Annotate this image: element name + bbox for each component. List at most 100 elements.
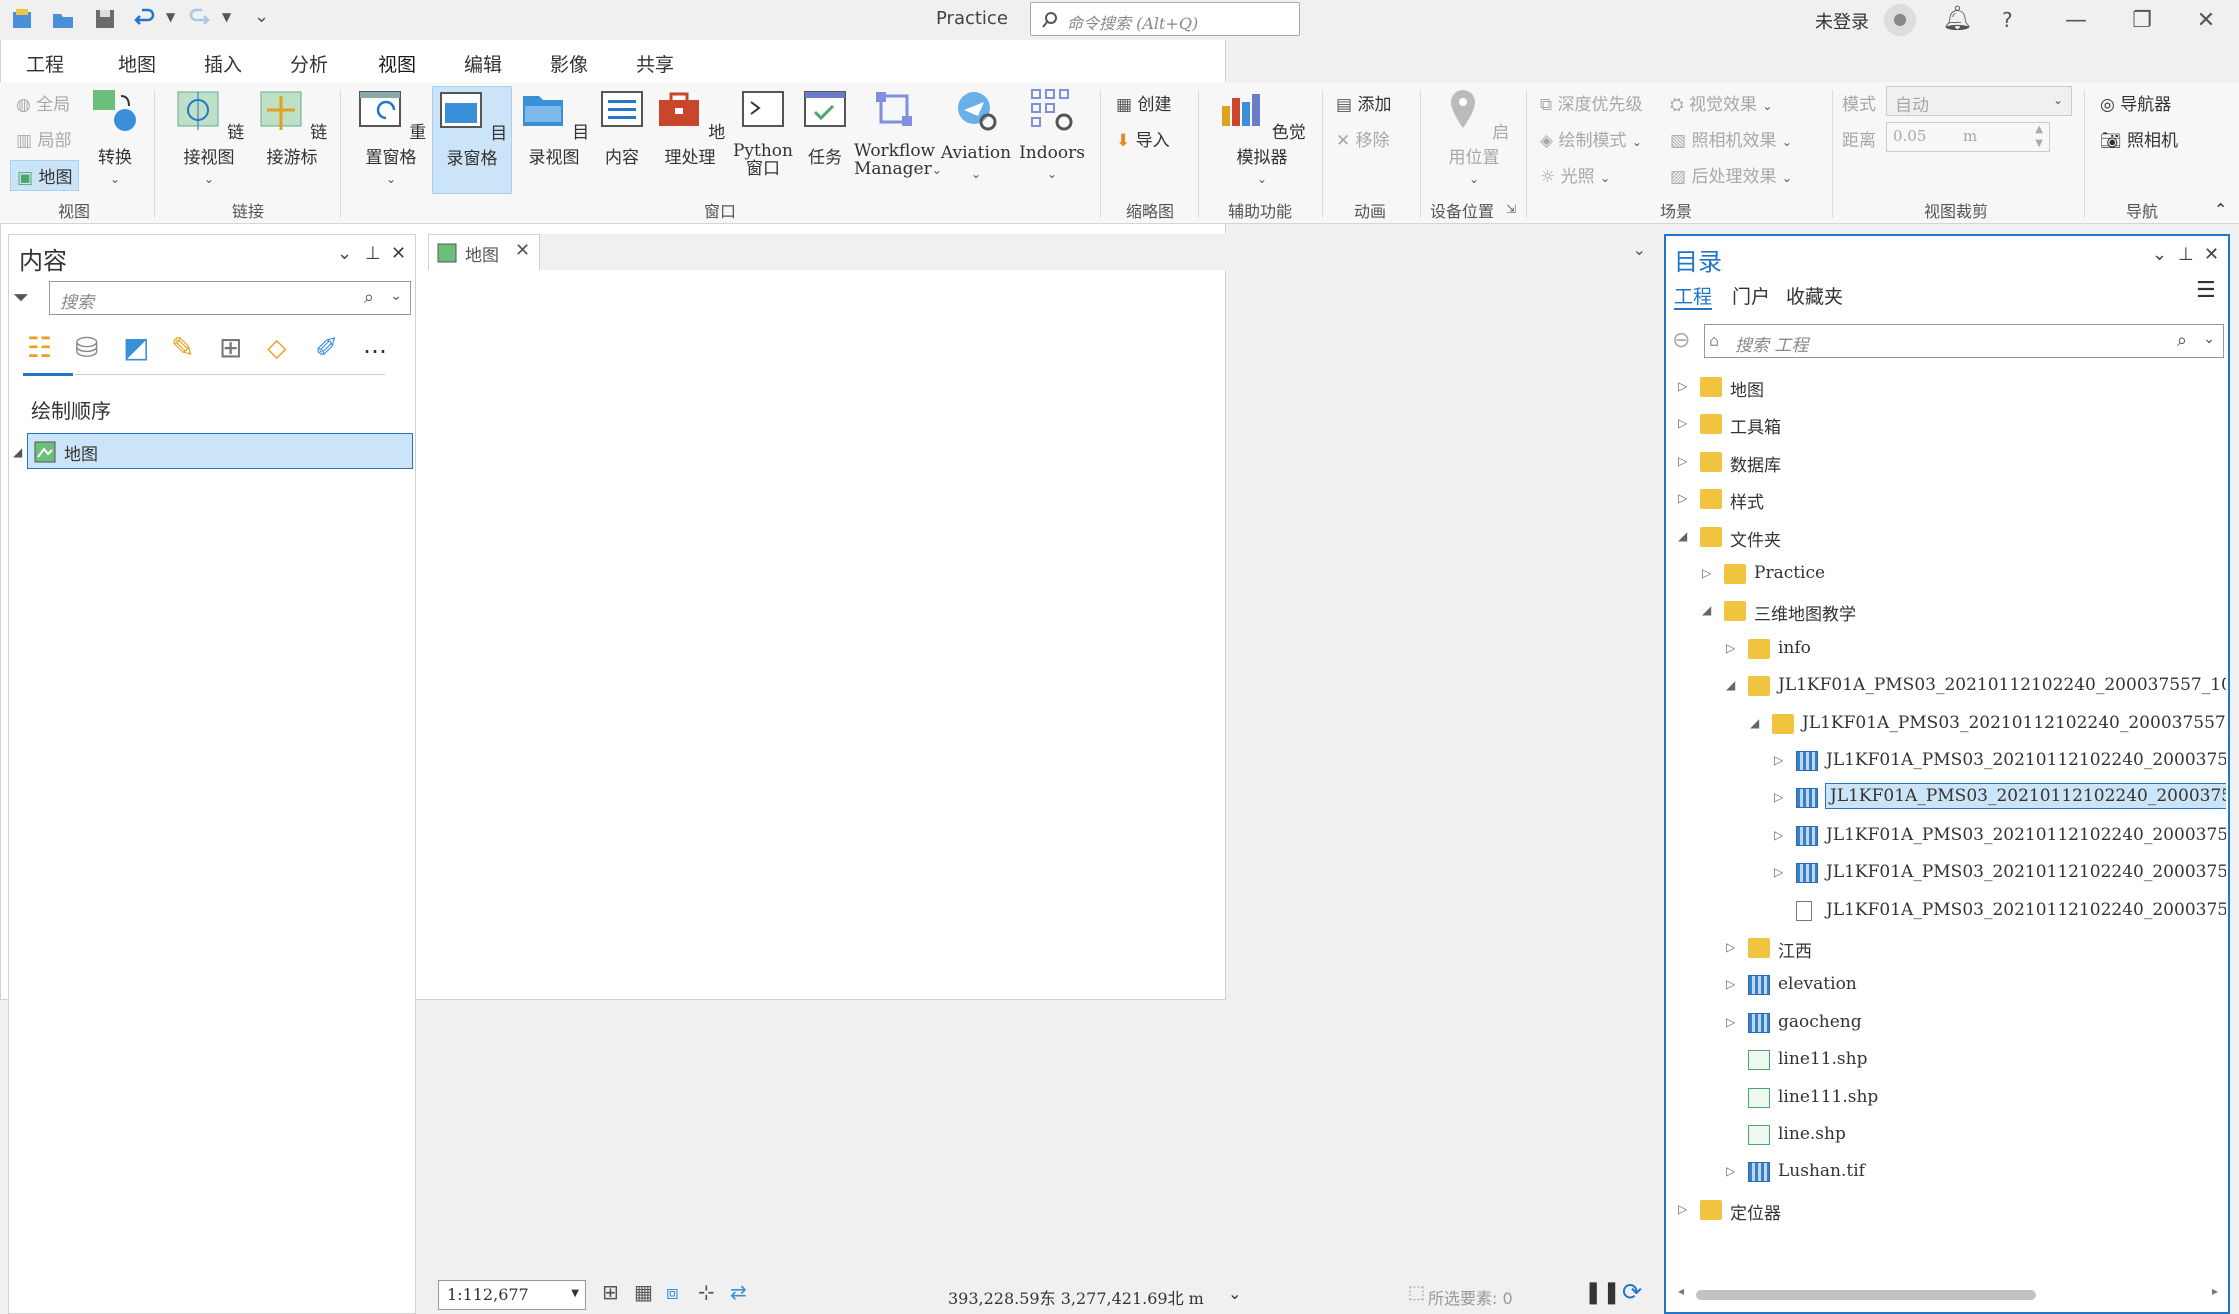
- add-animation-button[interactable]: ▤ 添加: [1336, 90, 1391, 115]
- command-search-input[interactable]: 命令搜索 (Alt+Q): [1030, 2, 1300, 36]
- tab-share[interactable]: 共享: [636, 50, 674, 77]
- camera-button[interactable]: 📷︎ 照相机: [2100, 126, 2178, 151]
- depth-priority-button[interactable]: ⧉ 深度优先级: [1540, 90, 1643, 115]
- catalog-tree-item[interactable]: ▷ JL1KF01A_PMS03_20210112102240_200037557…: [1666, 744, 2226, 780]
- expand-triangle-icon[interactable]: ▷: [1678, 1202, 1687, 1216]
- close-pane-icon[interactable]: ✕: [391, 243, 406, 264]
- catalog-tree-item[interactable]: ▷ 数据库: [1666, 445, 2226, 481]
- back-arrow-icon[interactable]: ⊖: [1672, 328, 1690, 353]
- clip-mode-select[interactable]: 自动 ⌄: [1886, 86, 2072, 116]
- catalog-tree-item[interactable]: ▷ info: [1666, 632, 2226, 668]
- catalog-tree-item[interactable]: line.shp: [1666, 1118, 2226, 1154]
- scroll-right-icon[interactable]: ▸: [2212, 1284, 2218, 1298]
- undo-icon[interactable]: [132, 6, 158, 32]
- redo-icon[interactable]: [186, 6, 212, 32]
- catalog-tree-item[interactable]: ▷ 样式: [1666, 482, 2226, 518]
- tab-analysis[interactable]: 分析: [290, 50, 328, 77]
- coordinate-format-chevron-icon[interactable]: ⌄: [1228, 1284, 1241, 1303]
- chevron-down-icon[interactable]: ⌄: [2203, 331, 2215, 347]
- close-tab-icon[interactable]: ✕: [515, 240, 530, 261]
- expand-triangle-icon[interactable]: ▷: [1774, 865, 1783, 879]
- redo-dropdown-icon[interactable]: ▼: [222, 10, 231, 24]
- notification-bell-icon[interactable]: 🔔︎: [1942, 4, 1972, 32]
- navigator-button[interactable]: ◎ 导航器: [2100, 90, 2171, 115]
- login-status[interactable]: 未登录: [1815, 8, 1869, 34]
- crosshair-icon[interactable]: ⊹: [698, 1280, 715, 1304]
- help-icon[interactable]: ?: [2002, 8, 2013, 32]
- expand-triangle-icon[interactable]: ▷: [1726, 977, 1735, 991]
- expand-triangle-icon[interactable]: ◢: [13, 445, 22, 459]
- expand-triangle-icon[interactable]: ▷: [1678, 491, 1687, 505]
- catalog-tree-item[interactable]: ▷ Practice: [1666, 557, 2226, 593]
- catalog-tree-item[interactable]: ◢ 三维地图教学: [1666, 594, 2226, 630]
- geoprocessing-button[interactable]: 地理处理: [652, 86, 728, 168]
- catalog-tree-item[interactable]: ▷ 地图: [1666, 370, 2226, 406]
- pane-options-chevron-icon[interactable]: ⌄: [2152, 244, 2167, 265]
- new-project-icon[interactable]: [10, 6, 36, 32]
- catalog-tree-item[interactable]: ▷ 江西: [1666, 931, 2226, 967]
- tab-list-chevron-icon[interactable]: ⌄: [1633, 240, 1646, 259]
- collapse-triangle-icon[interactable]: ◢: [1750, 716, 1759, 730]
- scrollbar-thumb[interactable]: [1696, 1290, 2036, 1300]
- create-thumbnail-button[interactable]: ▦ 创建: [1116, 90, 1171, 115]
- render-mode-button[interactable]: ◈ 绘制模式 ⌄: [1540, 126, 1642, 151]
- visual-effects-button[interactable]: ⛭ 视觉效果 ⌄: [1670, 90, 1772, 115]
- indoors-button[interactable]: Indoors ⌄: [1016, 86, 1088, 183]
- catalog-tree-item[interactable]: ▷ 定位器: [1666, 1193, 2226, 1229]
- convert-button[interactable]: 转换 ⌄: [90, 86, 140, 188]
- refresh-icon[interactable]: ⟳: [1622, 1278, 1642, 1306]
- expand-triangle-icon[interactable]: ▷: [1774, 753, 1783, 767]
- expand-triangle-icon[interactable]: ▷: [1774, 790, 1783, 804]
- scroll-left-icon[interactable]: ◂: [1678, 1284, 1684, 1298]
- link-cursor-button[interactable]: 链接游标: [250, 86, 334, 168]
- expand-triangle-icon[interactable]: ▷: [1678, 379, 1687, 393]
- catalog-tree-item[interactable]: line111.shp: [1666, 1081, 2226, 1117]
- catalog-tree-item[interactable]: ▷ gaocheng: [1666, 1006, 2226, 1042]
- horizontal-scrollbar[interactable]: ◂ ▸: [1678, 1284, 2218, 1302]
- reset-panes-button[interactable]: 重置窗格 ⌄: [352, 86, 430, 188]
- tab-project[interactable]: 工程: [26, 50, 64, 77]
- save-project-icon[interactable]: [92, 6, 118, 32]
- workflow-manager-button[interactable]: Workflow Manager⌄: [854, 86, 942, 179]
- tab-view[interactable]: 视图: [373, 50, 421, 85]
- undo-dropdown-icon[interactable]: ▼: [166, 10, 175, 24]
- pin-icon[interactable]: ⊥: [365, 243, 381, 264]
- catalog-tree-item[interactable]: ◢ JL1KF01A_PMS03_20210112102240_200037557…: [1666, 669, 2226, 705]
- data-source-icon[interactable]: ⛁: [75, 331, 98, 364]
- labeling-icon[interactable]: ⬦: [267, 331, 287, 365]
- contents-search-input[interactable]: 搜索 ⌕ ⌄: [49, 281, 411, 315]
- pause-drawing-icon[interactable]: ❚❚: [1584, 1280, 1621, 1305]
- tab-insert[interactable]: 插入: [204, 50, 242, 77]
- customize-toolbar-icon[interactable]: ⌄: [254, 6, 269, 27]
- drawing-order-icon[interactable]: ☷: [27, 331, 52, 364]
- pane-options-chevron-icon[interactable]: ⌄: [337, 243, 352, 264]
- selection-icon[interactable]: ◩: [123, 331, 149, 364]
- catalog-tab-project[interactable]: 工程: [1674, 282, 1712, 309]
- catalog-tree-item[interactable]: ▷ elevation: [1666, 968, 2226, 1004]
- collapse-ribbon-icon[interactable]: ⌃: [2214, 200, 2227, 219]
- map-view-tab[interactable]: 地图 ✕: [428, 234, 540, 270]
- catalog-tree-item[interactable]: ▷ 工具箱: [1666, 407, 2226, 443]
- grid-icon[interactable]: ▦: [634, 1280, 653, 1304]
- catalog-tree-item[interactable]: line11.shp: [1666, 1043, 2226, 1079]
- local-button[interactable]: ▥ 局部: [16, 126, 71, 151]
- snapping-status-icon[interactable]: ⧈: [666, 1280, 679, 1304]
- filter-icon[interactable]: ⏷: [13, 285, 29, 309]
- catalog-view-button[interactable]: 目录视图: [516, 86, 592, 168]
- search-icon[interactable]: ⌕: [364, 287, 374, 308]
- catalog-tab-favorites[interactable]: 收藏夹: [1786, 282, 1843, 309]
- catalog-tree-item[interactable]: ◢ 文件夹: [1666, 520, 2226, 556]
- expand-triangle-icon[interactable]: ▷: [1726, 1015, 1735, 1029]
- catalog-tree-item[interactable]: ▷ Lushan.tif: [1666, 1155, 2226, 1191]
- chevron-down-icon[interactable]: ⌄: [390, 288, 402, 304]
- enable-location-button[interactable]: 启用位置 ⌄: [1432, 86, 1516, 188]
- expand-triangle-icon[interactable]: ▷: [1678, 416, 1687, 430]
- expand-triangle-icon[interactable]: ▷: [1726, 641, 1735, 655]
- lighting-button[interactable]: ☼ 光照 ⌄: [1540, 162, 1610, 187]
- scale-lock-icon[interactable]: ⊞: [602, 1280, 619, 1304]
- clip-distance-input[interactable]: 0.05 m ▲ ▼: [1886, 122, 2050, 152]
- expand-triangle-icon[interactable]: ▷: [1726, 1164, 1735, 1178]
- catalog-tree-item[interactable]: ▷ JL1KF01A_PMS03_20210112102240_200037557…: [1666, 781, 2226, 817]
- minimize-button[interactable]: —: [2046, 0, 2106, 40]
- python-window-button[interactable]: Python 窗口: [730, 86, 796, 178]
